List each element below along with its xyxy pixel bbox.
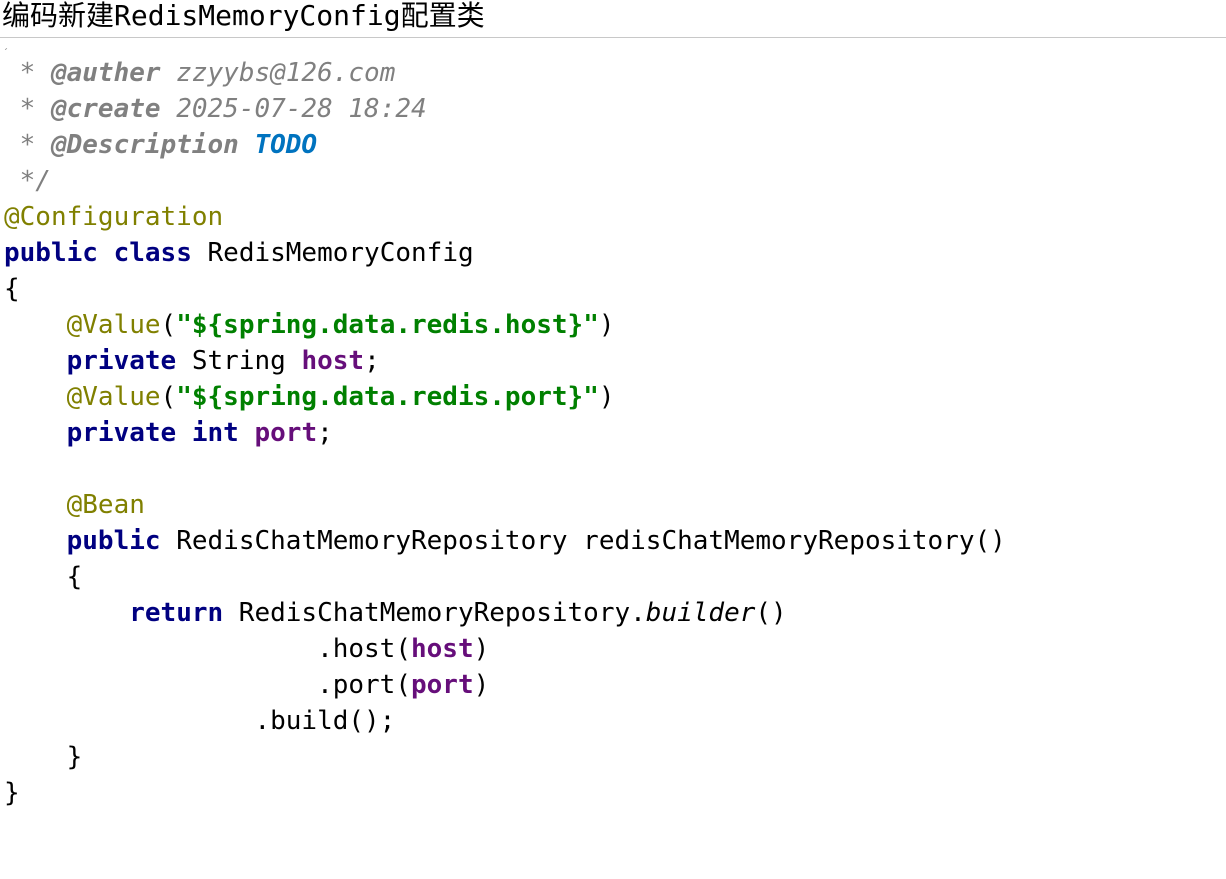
- code-token-doc: *: [4, 94, 51, 124]
- code-line: private String host;: [4, 343, 1006, 379]
- code-token-plain: }: [4, 778, 20, 808]
- code-token-string: "${spring.data.redis.host}": [176, 310, 599, 340]
- code-block: * @auther zzyybs@126.com * @create 2025-…: [4, 55, 1006, 811]
- code-line: {: [4, 271, 1006, 307]
- code-line: public class RedisMemoryConfig: [4, 235, 1006, 271]
- code-line: * @create 2025-07-28 18:24: [4, 91, 1006, 127]
- code-token-plain: {: [4, 562, 83, 592]
- code-token-static-call: builder: [645, 598, 756, 628]
- code-token-plain: ): [473, 634, 490, 664]
- code-token-keyword: return: [129, 598, 224, 628]
- code-token-plain: ): [598, 310, 615, 340]
- code-line: return RedisChatMemoryRepository.builder…: [4, 595, 1006, 631]
- code-token-keyword: public: [66, 526, 161, 556]
- title-bar: 编码新建RedisMemoryConfig配置类: [0, 0, 1226, 38]
- code-token-plain: (): [755, 598, 787, 628]
- code-token-doc: *: [4, 58, 51, 88]
- comment-start-mark: ˏ: [3, 39, 10, 50]
- code-line: .port(port): [4, 667, 1006, 703]
- code-token-plain: {: [4, 274, 20, 304]
- code-token-doc: [239, 130, 255, 160]
- code-line: * @auther zzyybs@126.com: [4, 55, 1006, 91]
- code-token-plain: ;: [364, 346, 380, 376]
- code-token-annotation: @Bean: [66, 490, 145, 520]
- code-token-plain: ): [473, 670, 490, 700]
- page-title: 编码新建RedisMemoryConfig配置类: [2, 0, 485, 32]
- code-line: * @Description TODO: [4, 127, 1006, 163]
- code-token-plain: ): [598, 382, 615, 412]
- code-token-keyword: private: [66, 418, 177, 448]
- code-token-keyword: public: [4, 238, 98, 268]
- code-token-keyword: class: [113, 238, 192, 268]
- code-token-plain: RedisMemoryConfig: [191, 238, 474, 268]
- code-token-doc: *: [4, 130, 51, 160]
- code-line: @Bean: [4, 487, 1006, 523]
- code-token-annotation: @Value: [66, 382, 161, 412]
- code-token-plain: String: [176, 346, 302, 376]
- code-line: @Value("${spring.data.redis.port}"): [4, 379, 1006, 415]
- code-token-keyword: int: [191, 418, 239, 448]
- code-line: private int port;: [4, 415, 1006, 451]
- code-token-doc-tag: @create: [50, 94, 161, 124]
- code-token-plain: .build();: [4, 706, 396, 736]
- code-token-plain: ;: [317, 418, 333, 448]
- code-token-doc-tag: @auther: [50, 58, 161, 88]
- code-token-plain: .host(: [4, 634, 411, 664]
- code-token-annotation: @Value: [66, 310, 161, 340]
- code-token-doc-tag: @Description: [50, 130, 239, 160]
- code-token-plain: }: [4, 742, 83, 772]
- code-line: .host(host): [4, 631, 1006, 667]
- code-line: .build();: [4, 703, 1006, 739]
- code-token-field: host: [411, 634, 474, 664]
- code-line: @Value("${spring.data.redis.host}"): [4, 307, 1006, 343]
- code-line: {: [4, 559, 1006, 595]
- code-token-plain: (: [160, 382, 177, 412]
- code-token-plain: RedisChatMemoryRepository redisChatMemor…: [160, 526, 1006, 556]
- code-line: }: [4, 775, 1006, 811]
- code-token-field: port: [254, 418, 318, 448]
- code-token-doc: 2025-07-28 18:24: [160, 94, 427, 124]
- code-line: }: [4, 739, 1006, 775]
- code-token-plain: RedisChatMemoryRepository.: [223, 598, 646, 628]
- code-token-plain: (: [160, 310, 177, 340]
- code-line: @Configuration: [4, 199, 1006, 235]
- code-token-field: port: [411, 670, 474, 700]
- code-token-doc: */: [4, 166, 51, 196]
- code-token-string: "${spring.data.redis.port}": [176, 382, 599, 412]
- code-line: public RedisChatMemoryRepository redisCh…: [4, 523, 1006, 559]
- code-token-annotation: @Configuration: [4, 202, 224, 232]
- code-token-doc: zzyybs@126.com: [160, 58, 396, 88]
- code-line: */: [4, 163, 1006, 199]
- code-token-plain: .port(: [4, 670, 411, 700]
- code-token-keyword: private: [66, 346, 177, 376]
- code-token-field: host: [301, 346, 365, 376]
- code-token-todo: TODO: [254, 130, 318, 160]
